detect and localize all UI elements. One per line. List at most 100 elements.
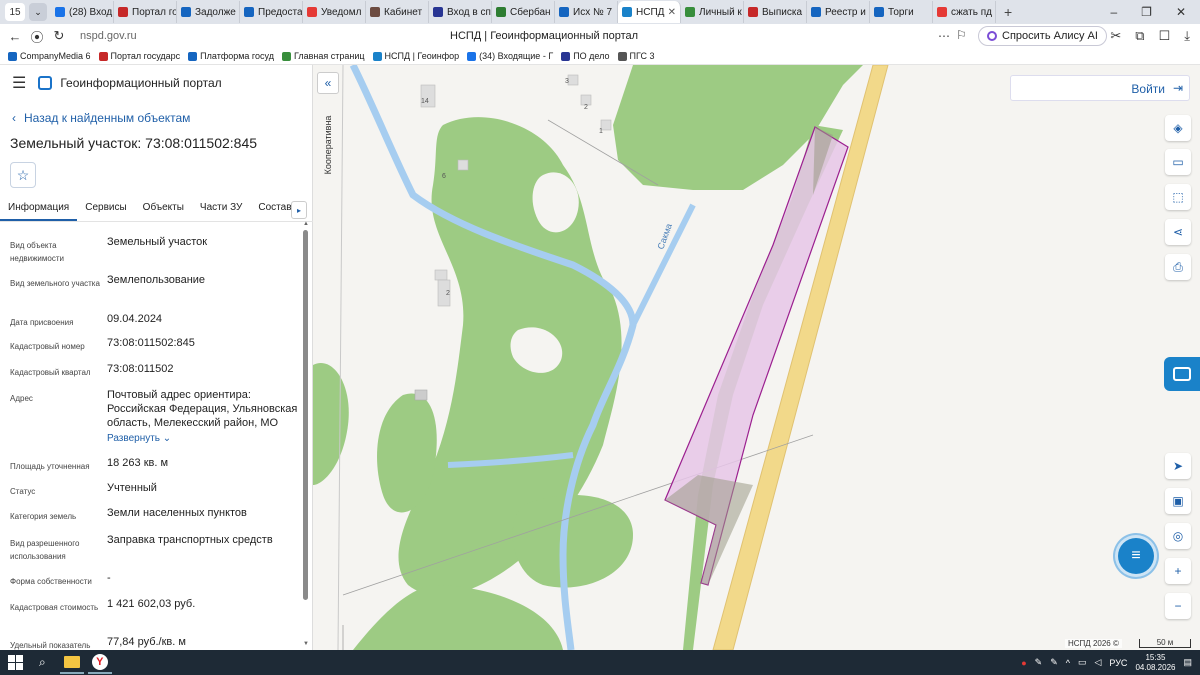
- browser-tab[interactable]: Выписка: [744, 1, 807, 23]
- browser-tab[interactable]: Предоста: [240, 1, 303, 23]
- tools-icon[interactable]: ✂: [1110, 28, 1121, 44]
- attribute-label: Статус: [10, 487, 36, 496]
- browser-tab[interactable]: Торги: [870, 1, 933, 23]
- browser-tab[interactable]: Личный к: [681, 1, 744, 23]
- scroll-up-arrow-icon[interactable]: ▲: [303, 221, 309, 227]
- portal-widget-button[interactable]: [1164, 357, 1200, 391]
- volume-icon[interactable]: ◁: [1094, 657, 1101, 668]
- attribute-value: Земельный участок: [107, 235, 302, 249]
- tabs-scroll-right-button[interactable]: ▸: [291, 201, 307, 219]
- back-to-results-link[interactable]: ‹ Назад к найденным объектам: [12, 111, 190, 125]
- bookmark-item[interactable]: Платформа госуд: [188, 51, 274, 61]
- sidebar-tab[interactable]: Сервисы: [77, 198, 134, 221]
- zoom-in-button[interactable]: +: [1165, 558, 1191, 584]
- sidebar-tab[interactable]: Информация: [0, 198, 78, 221]
- attribute-label: Площадь уточненная: [10, 462, 90, 471]
- tray-pen-icon[interactable]: ✎: [1035, 657, 1043, 668]
- attribute-label: Категория земель: [10, 512, 77, 521]
- browser-tab[interactable]: сжать пд: [933, 1, 996, 23]
- forest-area-bottom-center: [353, 585, 563, 650]
- close-window-icon[interactable]: ✕: [1176, 5, 1186, 19]
- protect-shield-icon[interactable]: ⦿: [26, 27, 48, 46]
- chat-assistant-button[interactable]: ≡: [1118, 538, 1154, 574]
- extensions-icon[interactable]: ⧉: [1135, 28, 1144, 44]
- map-canvas[interactable]: Кооперативна Сакма 14 3 2 1 6 2: [313, 65, 1200, 650]
- tab-list-chevron-icon[interactable]: ⌄: [29, 3, 47, 21]
- locate-me-button[interactable]: ➤: [1165, 453, 1191, 479]
- browser-tab[interactable]: Реестр и: [807, 1, 870, 23]
- bookmark-item[interactable]: Главная страниц: [281, 51, 365, 61]
- menu-burger-icon[interactable]: ☰: [12, 73, 26, 93]
- tray-chevron-up-icon[interactable]: ^: [1066, 658, 1070, 668]
- browser-tab[interactable]: Исх № 7: [555, 1, 618, 23]
- browser-tab[interactable]: Вход в сп: [429, 1, 492, 23]
- maximize-icon[interactable]: ❐: [1141, 5, 1152, 19]
- browser-tab[interactable]: Сбербан: [492, 1, 555, 23]
- tab-label: Выписка: [762, 6, 803, 18]
- tab-label: (28) Вход: [69, 6, 113, 18]
- login-arrow-icon: ⇥: [1172, 81, 1183, 95]
- bookmark-item[interactable]: ПГС 3: [617, 51, 655, 61]
- map-view[interactable]: Кооперативна Сакма 14 3 2 1 6 2 « Войти …: [313, 65, 1200, 650]
- keyboard-language[interactable]: РУС: [1109, 658, 1127, 668]
- more-dots-icon[interactable]: ⋯: [938, 29, 950, 43]
- ruler-button[interactable]: ▭: [1165, 149, 1191, 175]
- browser-tab[interactable]: НСПД ✕: [618, 1, 681, 23]
- bookmark-favicon-icon: [98, 51, 108, 61]
- attribute-value-text: 09.04.2024: [107, 313, 163, 325]
- notifications-icon[interactable]: ▤: [1183, 657, 1192, 668]
- new-tab-plus-icon[interactable]: +: [1004, 4, 1012, 20]
- attribute-value-text: Земли населенных пунктов: [107, 507, 247, 519]
- expand-address-link[interactable]: Развернуть ⌄: [107, 432, 302, 446]
- back-arrow-icon[interactable]: ←: [4, 29, 26, 44]
- sidebar-tab[interactable]: Объекты: [135, 198, 192, 221]
- select-area-button[interactable]: ⬚: [1165, 184, 1191, 210]
- attribute-value: 77,84 руб./кв. м: [107, 635, 302, 649]
- search-icon[interactable]: ⌕: [39, 655, 46, 670]
- ask-alice-label: Спросить Алису AI: [1002, 30, 1098, 42]
- print-button[interactable]: ⎙: [1165, 254, 1191, 280]
- close-tab-icon[interactable]: ✕: [668, 7, 676, 18]
- bookmark-item[interactable]: (34) Входящие - Г: [467, 51, 553, 61]
- tab-label: Исх № 7: [573, 6, 613, 18]
- tab-count-badge[interactable]: 15: [5, 3, 25, 21]
- chevron-down-icon: ⌄: [160, 433, 172, 444]
- tray-pen-icon[interactable]: ✎: [1050, 657, 1058, 668]
- sidebar-tab[interactable]: Части ЗУ: [192, 198, 250, 221]
- login-button[interactable]: Войти ⇥: [1010, 75, 1190, 101]
- bookmark-item[interactable]: CompanyMedia 6: [8, 51, 91, 61]
- search-location-button[interactable]: ◎: [1165, 523, 1191, 549]
- tray-app-icon[interactable]: ●: [1021, 658, 1026, 668]
- reload-icon[interactable]: ↻: [48, 28, 70, 44]
- attribute-value: 73:08:011502:845: [107, 336, 302, 350]
- url-field[interactable]: nspd.gov.ru: [80, 30, 137, 42]
- download-icon[interactable]: ⤓: [1184, 28, 1190, 44]
- bookmark-item[interactable]: НСПД | Геоинфор: [372, 51, 459, 61]
- windows-start-icon[interactable]: [8, 655, 23, 670]
- bookmark-label: ПГС 3: [629, 51, 655, 61]
- browser-tab[interactable]: Уведомл: [303, 1, 366, 23]
- bookmark-icon[interactable]: ⚐: [956, 28, 967, 42]
- minimap-button[interactable]: ▣: [1165, 488, 1191, 514]
- collections-icon[interactable]: ☐: [1159, 28, 1171, 44]
- yandex-browser-icon[interactable]: Y: [87, 652, 112, 674]
- browser-tab[interactable]: Портал го: [114, 1, 177, 23]
- network-icon[interactable]: ▭: [1078, 657, 1087, 668]
- browser-tab[interactable]: Задолже: [177, 1, 240, 23]
- zoom-out-button[interactable]: −: [1165, 593, 1191, 619]
- bookmark-item[interactable]: Портал государс: [98, 51, 180, 61]
- sidebar-scrollbar-thumb[interactable]: [303, 230, 308, 600]
- bookmark-item[interactable]: ПО дело: [561, 51, 610, 61]
- layers-button[interactable]: ◈: [1165, 115, 1191, 141]
- file-explorer-icon[interactable]: [59, 652, 84, 674]
- browser-tab[interactable]: Кабинет: [366, 1, 429, 23]
- sidebar-scrollbar[interactable]: [303, 230, 309, 650]
- share-button[interactable]: ⋖: [1165, 219, 1191, 245]
- clock[interactable]: 15:35 04.08.2026: [1135, 653, 1175, 673]
- ask-alice-button[interactable]: Спросить Алису AI: [978, 26, 1107, 46]
- collapse-sidebar-button[interactable]: «: [317, 72, 339, 94]
- scroll-down-arrow-icon[interactable]: ▼: [303, 641, 309, 647]
- minimize-icon[interactable]: –: [1110, 5, 1117, 19]
- favorite-star-button[interactable]: ☆: [10, 162, 36, 188]
- browser-tab[interactable]: (28) Вход: [51, 1, 114, 23]
